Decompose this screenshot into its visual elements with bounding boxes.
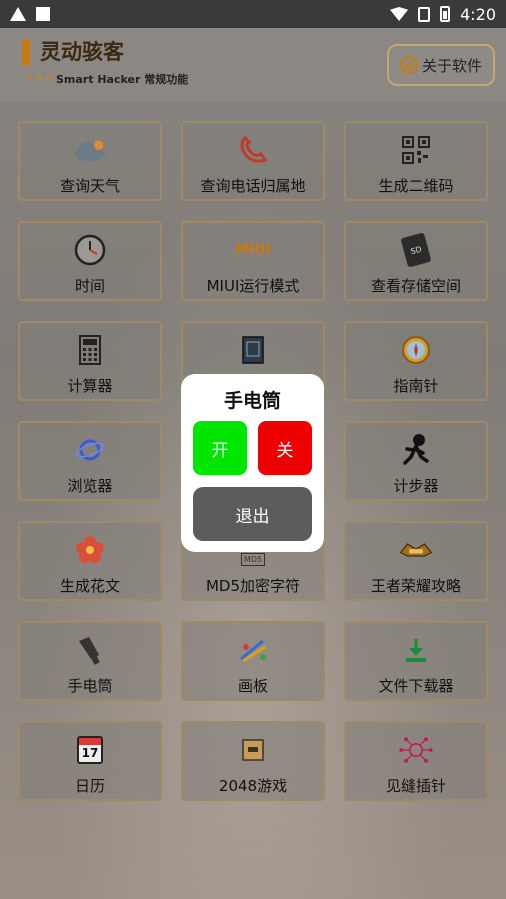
exit-button[interactable]: 退出 (193, 487, 312, 541)
flashlight-on-button[interactable]: 开 (193, 421, 247, 475)
flashlight-off-button[interactable]: 关 (258, 421, 312, 475)
dialog-overlay: 手电筒 开 关 退出 (0, 0, 506, 899)
dialog-title: 手电筒 (223, 390, 281, 412)
flashlight-dialog: 手电筒 开 关 退出 (181, 374, 324, 552)
